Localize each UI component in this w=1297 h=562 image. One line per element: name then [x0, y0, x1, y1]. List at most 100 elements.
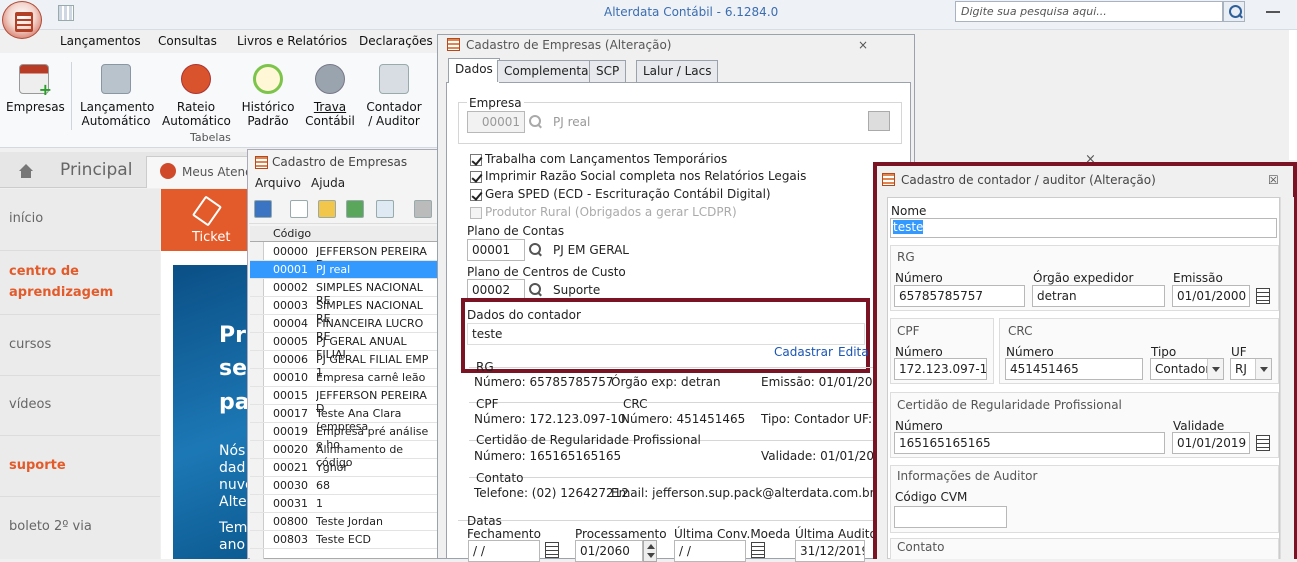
ultima-conv-label: Última Conv.Moeda: [674, 527, 791, 541]
search-icon[interactable]: [525, 239, 545, 261]
nav-cursos[interactable]: cursos: [9, 337, 51, 352]
certidao-field[interactable]: 165165165165: [894, 432, 1165, 454]
cell-codigo: 00017: [273, 407, 308, 420]
nav-inicio[interactable]: início: [9, 211, 43, 226]
crc-tipo: Tipo: Contador UF: R: [761, 412, 885, 426]
calendar-icon[interactable]: [1256, 288, 1270, 304]
checkbox-razao-social[interactable]: [470, 171, 482, 183]
editar-link[interactable]: Edita: [838, 345, 869, 359]
menu-lancamentos[interactable]: Lançamentos: [60, 34, 141, 48]
checkbox-lancamentos-temporarios[interactable]: [470, 154, 482, 166]
tab-lalur[interactable]: Lalur / Lacs: [636, 60, 719, 82]
rg-numero-field[interactable]: 65785785757: [894, 285, 1025, 307]
rg-numero: Número: 65785785757: [474, 375, 614, 389]
nav-centro[interactable]: centro de: [9, 264, 79, 279]
checkbox-produtor-rural[interactable]: [470, 207, 482, 219]
checkbox-label: Gera SPED (ECD - Escrituração Contábil D…: [485, 187, 771, 201]
empresas-button[interactable]: + Empresas: [6, 64, 65, 114]
nav-divider: [0, 496, 160, 497]
orgao-field[interactable]: detran: [1032, 285, 1165, 307]
menu-arquivo[interactable]: Arquivo: [255, 176, 301, 190]
historico-padrao-button[interactable]: Histórico Padrão: [240, 64, 296, 128]
plano-contas-label: Plano de Contas: [467, 224, 565, 238]
cell-nome: Teste ECD: [316, 533, 372, 546]
empresa-details-icon[interactable]: [868, 111, 890, 131]
contador-auditor-button[interactable]: Contador / Auditor: [364, 64, 424, 128]
rg-orgao: Órgão exp: detran: [611, 375, 721, 389]
plano-contas-field[interactable]: 00001: [467, 239, 525, 261]
rg-label: RG: [897, 250, 915, 264]
menu-consultas[interactable]: Consultas: [158, 34, 217, 48]
tab-scp[interactable]: SCP: [589, 60, 627, 82]
cell-codigo: 00030: [273, 479, 308, 492]
nav-divider: [0, 314, 160, 315]
tab-complementar[interactable]: Complementar: [497, 60, 601, 82]
banner-heading: se: [219, 356, 248, 381]
nome-field[interactable]: teste: [890, 218, 1277, 238]
fechamento-label: Fechamento: [467, 527, 541, 541]
print-icon[interactable]: [414, 200, 432, 218]
emissao-label: Emissão: [1173, 271, 1223, 285]
column-header-codigo[interactable]: Código: [273, 227, 311, 240]
save-icon[interactable]: [254, 200, 272, 218]
tab-dados[interactable]: Dados: [448, 58, 500, 83]
rateio-icon: [181, 64, 211, 94]
cadastrar-link[interactable]: Cadastrar: [774, 345, 833, 359]
contador-field[interactable]: teste: [467, 323, 865, 345]
cell-nome: PJ real: [316, 263, 438, 276]
app-menu-button[interactable]: [2, 1, 42, 39]
lancamento-automatico-button[interactable]: Lançamento Automático: [80, 64, 154, 128]
search-input[interactable]: Digite sua pesquisa aqui...: [955, 1, 1223, 22]
home-icon[interactable]: [18, 164, 34, 178]
background-strip: [1289, 30, 1297, 160]
crc-numero: Número: 451451465: [621, 412, 746, 426]
cell-codigo: 00019: [273, 425, 308, 438]
calendar-icon[interactable]: [545, 542, 559, 558]
checkbox-label: Imprimir Razão Social completa nos Relat…: [485, 169, 807, 183]
open-folder-icon[interactable]: [318, 200, 336, 218]
calendar-icon[interactable]: [751, 542, 765, 558]
close-icon[interactable]: ☒: [1268, 173, 1279, 187]
nav-videos[interactable]: vídeos: [9, 397, 51, 412]
cpf-field[interactable]: 172.123.097-10: [894, 358, 987, 380]
nav-boleto[interactable]: boleto 2º via: [9, 519, 92, 534]
checkbox-gera-sped[interactable]: [470, 189, 482, 201]
crc-numero-label: Número: [1006, 345, 1054, 359]
tab-principal[interactable]: Principal: [60, 160, 132, 180]
search-icon[interactable]: [525, 111, 545, 133]
empresa-code-field[interactable]: 00001: [467, 111, 525, 133]
nav-suporte[interactable]: suporte: [9, 458, 66, 473]
tipo-label: Tipo: [1151, 345, 1177, 359]
plano-contas-name: PJ EM GERAL: [553, 243, 629, 257]
emissao-field[interactable]: 01/01/2000: [1172, 285, 1250, 307]
quick-access-icon[interactable]: [58, 5, 74, 21]
empresa-name: PJ real: [553, 115, 591, 129]
refresh-icon[interactable]: [346, 200, 364, 218]
tipo-select[interactable]: Contador: [1150, 358, 1224, 380]
cpf-numero-label: Número: [895, 345, 943, 359]
validade-label: Validade: [1173, 419, 1225, 433]
menu-declaracoes[interactable]: Declarações Di: [359, 34, 449, 48]
contato-label: Contato: [476, 471, 524, 485]
nome-label: Nome: [891, 204, 927, 218]
menu-ajuda[interactable]: Ajuda: [311, 176, 345, 190]
contato-group: [890, 538, 1279, 559]
nome-selected-text: teste: [893, 220, 924, 234]
close-icon[interactable]: ×: [858, 38, 868, 52]
new-document-icon[interactable]: [290, 200, 308, 218]
empresa-label: Empresa: [467, 96, 524, 110]
cvm-field[interactable]: [894, 506, 1007, 528]
rateio-automatico-button[interactable]: Rateio Automático: [162, 64, 231, 128]
search-icon[interactable]: [1223, 1, 1245, 22]
minimize-button[interactable]: [1266, 9, 1280, 13]
scrollbar[interactable]: [1280, 197, 1294, 559]
menu-livros[interactable]: Livros e Relatórios: [237, 34, 347, 48]
validade-field[interactable]: 01/01/2019: [1172, 432, 1250, 454]
find-icon[interactable]: [376, 200, 394, 218]
email: Email: jefferson.sup.pack@alterdata.com.…: [611, 486, 875, 500]
nav-aprendizagem[interactable]: aprendizagem: [9, 285, 113, 300]
uf-select[interactable]: RJ: [1230, 358, 1272, 380]
trava-contabil-button[interactable]: Trava Contábil: [304, 64, 356, 128]
calendar-icon[interactable]: [1256, 435, 1270, 451]
crc-field[interactable]: 451451465: [1005, 358, 1143, 380]
